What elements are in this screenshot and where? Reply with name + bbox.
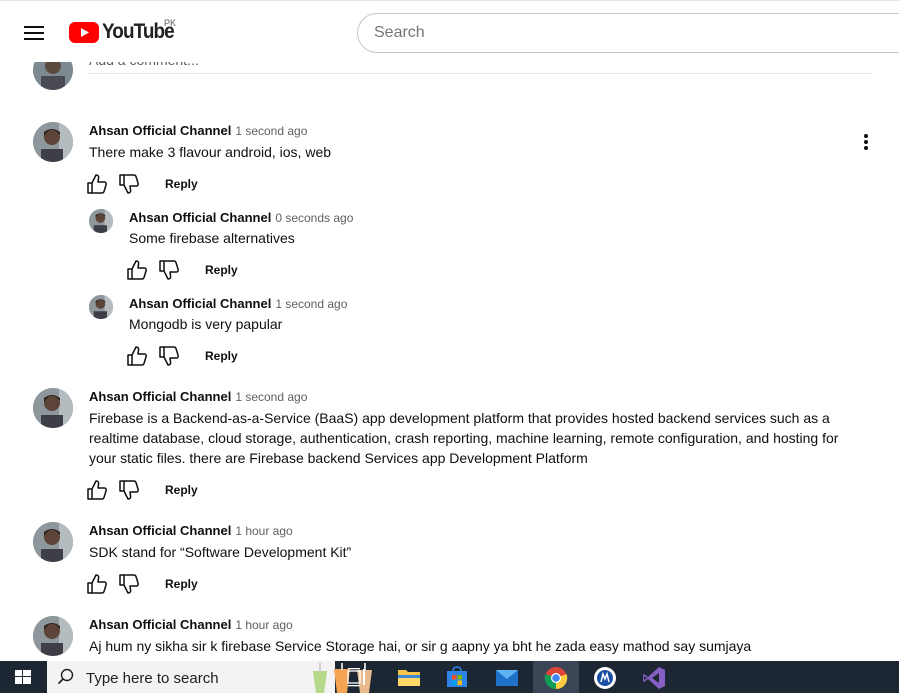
- comment-header: Ahsan Official Channel 0 seconds ago: [129, 209, 353, 227]
- like-icon[interactable]: [85, 572, 109, 596]
- app-circle-icon: [594, 667, 616, 689]
- comment-time[interactable]: 1 second ago: [275, 297, 347, 311]
- avatar[interactable]: [33, 616, 73, 656]
- reply-button[interactable]: Reply: [205, 263, 238, 277]
- file-explorer-button[interactable]: [386, 661, 432, 693]
- taskbar-search-placeholder: Type here to search: [86, 670, 219, 687]
- youtube-logo-text: YouTube: [102, 20, 175, 43]
- comment-actions: Reply: [125, 344, 325, 368]
- task-view-icon: [347, 668, 365, 687]
- comment-author[interactable]: Ahsan Official Channel: [89, 617, 231, 632]
- chrome-button[interactable]: [533, 661, 579, 693]
- avatar[interactable]: [89, 209, 113, 233]
- like-icon[interactable]: [85, 478, 109, 502]
- dislike-icon[interactable]: [157, 258, 181, 282]
- task-view-button[interactable]: [335, 661, 381, 693]
- like-icon[interactable]: [125, 344, 149, 368]
- comment-author[interactable]: Ahsan Official Channel: [89, 389, 231, 404]
- visual-studio-icon: [643, 667, 665, 689]
- comment-time[interactable]: 0 seconds ago: [275, 211, 353, 225]
- comment-text: Some firebase alternatives: [129, 230, 295, 246]
- comment-actions: Reply: [85, 478, 285, 502]
- reply-button[interactable]: Reply: [165, 177, 198, 191]
- comment-text: Firebase is a Backend-as-a-Service (BaaS…: [89, 410, 839, 466]
- comment-author[interactable]: Ahsan Official Channel: [89, 523, 231, 538]
- visual-studio-button[interactable]: [631, 661, 677, 693]
- like-icon[interactable]: [85, 172, 109, 196]
- comment-text: Mongodb is very papular: [129, 316, 283, 332]
- search-icon: [57, 668, 74, 685]
- windows-taskbar: Type here to search: [0, 661, 899, 693]
- blue-app-button[interactable]: [582, 661, 628, 693]
- dislike-icon[interactable]: [157, 344, 181, 368]
- comment-actions: Reply: [85, 172, 285, 196]
- comment-author[interactable]: Ahsan Official Channel: [129, 296, 271, 311]
- comment-time[interactable]: 1 hour ago: [235, 524, 292, 538]
- youtube-play-icon: [69, 21, 99, 43]
- comment-text: SDK stand for “Software Development Kit”: [89, 544, 352, 560]
- taskbar-search-box[interactable]: Type here to search: [47, 661, 372, 693]
- comment-actions: Reply: [85, 572, 285, 596]
- dislike-icon[interactable]: [117, 478, 141, 502]
- comment-header: Ahsan Official Channel 1 second ago: [89, 388, 307, 406]
- comment-header: Ahsan Official Channel 1 second ago: [129, 295, 347, 313]
- chrome-icon: [544, 667, 568, 690]
- comments-section: Add a comment... Ahsan Official Channel1…: [0, 0, 899, 661]
- comment-header: Ahsan Official Channel 1 hour ago: [89, 522, 293, 540]
- dislike-icon[interactable]: [117, 572, 141, 596]
- comment-time[interactable]: 1 second ago: [235, 390, 307, 404]
- avatar[interactable]: [33, 388, 73, 428]
- comment-header: Ahsan Official Channel 1 second ago: [89, 122, 307, 140]
- dislike-icon[interactable]: [117, 172, 141, 196]
- comment-actions: Reply: [125, 258, 325, 282]
- like-icon[interactable]: [125, 258, 149, 282]
- reply-button[interactable]: Reply: [205, 349, 238, 363]
- reply-button[interactable]: Reply: [165, 577, 198, 591]
- avatar[interactable]: [33, 122, 73, 162]
- hamburger-menu-icon[interactable]: [20, 19, 48, 47]
- country-code: PK: [164, 18, 177, 28]
- avatar[interactable]: [33, 522, 73, 562]
- folder-icon: [398, 670, 420, 686]
- comment-author[interactable]: Ahsan Official Channel: [129, 210, 271, 225]
- comment-author[interactable]: Ahsan Official Channel: [89, 123, 231, 138]
- top-header: YouTube PK: [0, 0, 899, 62]
- store-bag-icon: [447, 666, 467, 687]
- more-options-icon[interactable]: [856, 130, 876, 154]
- comment-header: Ahsan Official Channel 1 hour ago: [89, 616, 293, 634]
- reply-button[interactable]: Reply: [165, 483, 198, 497]
- windows-start-icon[interactable]: [0, 661, 46, 693]
- comment-text: There make 3 flavour android, ios, web: [89, 144, 332, 160]
- comment-text: Aj hum ny sikha sir k firebase Service S…: [89, 638, 752, 654]
- comment-time[interactable]: 1 second ago: [235, 124, 307, 138]
- mail-icon: [496, 670, 518, 686]
- comment-time[interactable]: 1 hour ago: [235, 618, 292, 632]
- search-input[interactable]: [357, 13, 899, 53]
- add-comment-underline: [89, 73, 871, 74]
- avatar[interactable]: [89, 295, 113, 319]
- mail-button[interactable]: [484, 661, 530, 693]
- microsoft-store-button[interactable]: [434, 661, 480, 693]
